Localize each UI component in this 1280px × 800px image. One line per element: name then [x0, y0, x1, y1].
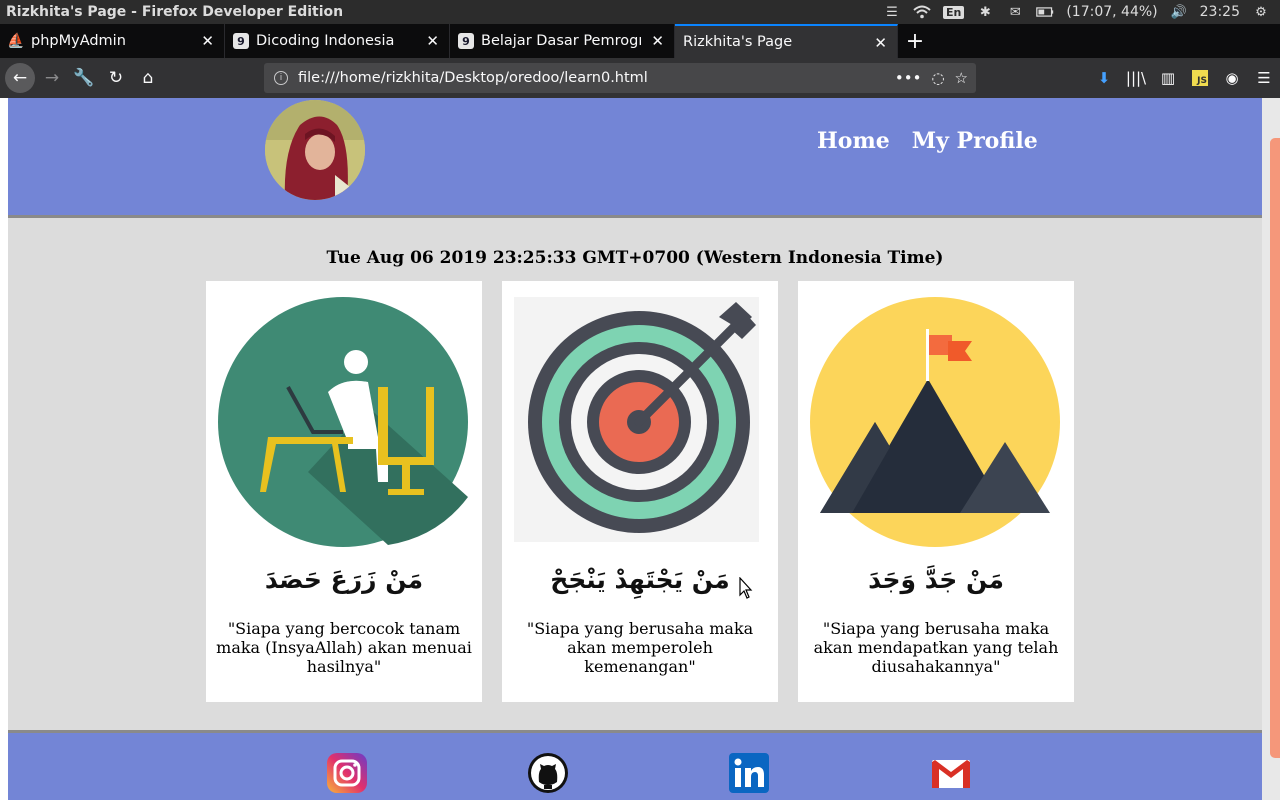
page-scrollbar[interactable]	[1262, 98, 1280, 800]
sidebar-icon[interactable]: ▥	[1152, 63, 1184, 93]
tab-dicoding[interactable]: 9 Dicoding Indonesia ✕	[225, 24, 450, 58]
info-icon[interactable]: i	[274, 71, 288, 85]
new-tab-button[interactable]: +	[898, 24, 932, 58]
reload-button[interactable]: ↻	[101, 63, 131, 93]
tab-belajar[interactable]: 9 Belajar Dasar Pemrogra ✕	[450, 24, 675, 58]
wifi-icon[interactable]	[913, 4, 931, 20]
person-at-laptop-illustration	[218, 297, 470, 547]
js-extension-icon[interactable]: JS	[1184, 63, 1216, 93]
arabic-proverb: مَنْ يَجْتَهِدْ يَنْجَحْ	[550, 565, 730, 594]
web-page: Home My Profile Tue Aug 06 2019 23:25:33…	[0, 98, 1280, 800]
site-footer	[8, 730, 1262, 800]
bluetooth-icon[interactable]: ✱	[976, 4, 994, 20]
linkedin-icon[interactable]	[728, 752, 770, 794]
target-with-arrow-illustration	[514, 297, 766, 547]
library-icon[interactable]: |||\	[1120, 63, 1152, 93]
back-button[interactable]: ←	[5, 63, 35, 93]
window-title: Rizkhita's Page - Firefox Developer Edit…	[6, 4, 344, 20]
menu-list-icon[interactable]: ☰	[883, 4, 901, 20]
home-button[interactable]: ⌂	[133, 63, 163, 93]
download-icon[interactable]: ⬇	[1088, 63, 1120, 93]
settings-gear-icon[interactable]: ⚙	[1252, 4, 1270, 20]
tab-phpmyadmin[interactable]: ⛵ phpMyAdmin ✕	[0, 24, 225, 58]
keyboard-layout-indicator[interactable]: En	[942, 5, 965, 19]
page-actions-icon[interactable]: •••	[895, 69, 922, 87]
phpmyadmin-icon: ⛵	[7, 33, 25, 49]
quote-card-1: مَنْ زَرَعَ حَصَدَ "Siapa yang bercocok …	[206, 281, 482, 702]
quote-card-2: مَنْ يَجْتَهِدْ يَنْجَحْ "Siapa yang ber…	[502, 281, 778, 702]
tab-strip: ⛵ phpMyAdmin ✕ 9 Dicoding Indonesia ✕ 9 …	[0, 24, 1280, 58]
site-header: Home My Profile	[8, 98, 1262, 218]
profile-avatar	[265, 100, 365, 200]
pocket-icon[interactable]: ◌	[931, 69, 944, 87]
tab-label: phpMyAdmin	[31, 33, 126, 49]
gmail-icon[interactable]	[930, 752, 972, 794]
arabic-proverb: مَنْ جَدَّ وَجَدَ	[868, 565, 1004, 594]
menu-home-link[interactable]: Home	[817, 128, 890, 154]
proverb-translation: "Siapa yang bercocok tanam maka (InsyaAl…	[216, 619, 472, 676]
volume-icon[interactable]: 🔊	[1170, 4, 1188, 20]
mouse-cursor-icon	[739, 577, 753, 599]
close-tab-icon[interactable]: ✕	[201, 32, 214, 50]
current-datetime: Tue Aug 06 2019 23:25:33 GMT+0700 (Weste…	[326, 248, 944, 268]
battery-status: (17:07, 44%)	[1066, 4, 1158, 20]
tab-label: Dicoding Indonesia	[256, 33, 395, 49]
mountain-with-flag-illustration	[810, 297, 1062, 547]
github-icon[interactable]	[527, 752, 569, 794]
close-tab-icon[interactable]: ✕	[874, 34, 887, 52]
clock[interactable]: 23:25	[1200, 4, 1240, 20]
os-indicators: ☰ En ✱ ✉ (17:07, 44%) 🔊 23:25 ⚙	[883, 4, 1280, 20]
os-top-panel: Rizkhita's Page - Firefox Developer Edit…	[0, 0, 1280, 24]
scrollbar-thumb[interactable]	[1270, 138, 1280, 758]
browser-tools: ⬇ |||\ ▥ JS ◉ ☰	[1088, 63, 1280, 93]
bookmark-star-icon[interactable]: ☆	[955, 69, 968, 87]
main-menu: Home My Profile	[817, 128, 1038, 154]
forward-button[interactable]: →	[37, 63, 67, 93]
tab-label: Belajar Dasar Pemrogra	[481, 33, 641, 49]
account-icon[interactable]: ◉	[1216, 63, 1248, 93]
arabic-proverb: مَنْ زَرَعَ حَصَدَ	[264, 565, 424, 594]
hamburger-menu-icon[interactable]: ☰	[1248, 63, 1280, 93]
tab-rizkhita-page[interactable]: Rizkhita's Page ✕	[675, 24, 898, 58]
url-text[interactable]: file:///home/rizkhita/Desktop/oredoo/lea…	[298, 70, 648, 86]
tab-label: Rizkhita's Page	[683, 34, 793, 50]
dicoding-icon: 9	[233, 33, 249, 49]
mail-icon[interactable]: ✉	[1006, 4, 1024, 20]
menu-profile-link[interactable]: My Profile	[912, 128, 1038, 154]
battery-icon[interactable]	[1036, 4, 1054, 20]
url-bar[interactable]: i file:///home/rizkhita/Desktop/oredoo/l…	[264, 63, 976, 93]
close-tab-icon[interactable]: ✕	[426, 32, 439, 50]
proverb-translation: "Siapa yang berusaha maka akan memperole…	[526, 619, 754, 676]
proverb-translation: "Siapa yang berusaha maka akan mendapatk…	[813, 619, 1059, 676]
instagram-icon[interactable]	[326, 752, 368, 794]
close-tab-icon[interactable]: ✕	[651, 32, 664, 50]
navigation-toolbar: ← → 🔧 ↻ ⌂ i file:///home/rizkhita/Deskto…	[0, 58, 1280, 98]
wrench-icon[interactable]: 🔧	[69, 63, 99, 93]
quote-card-3: مَنْ جَدَّ وَجَدَ "Siapa yang berusaha m…	[798, 281, 1074, 702]
dicoding-icon: 9	[458, 33, 474, 49]
page-body: Home My Profile Tue Aug 06 2019 23:25:33…	[8, 98, 1262, 800]
